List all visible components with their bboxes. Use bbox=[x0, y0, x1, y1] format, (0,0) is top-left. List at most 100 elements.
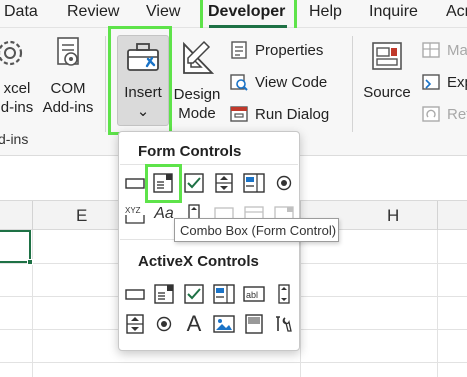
list-box-icon bbox=[213, 284, 235, 304]
map-properties-button[interactable]: Ma bbox=[421, 40, 467, 60]
tab-help[interactable]: Help bbox=[309, 3, 342, 21]
list-box-icon bbox=[243, 173, 265, 193]
dropdown-separator bbox=[120, 164, 298, 165]
tab-view[interactable]: View bbox=[146, 3, 180, 21]
column-header-e[interactable]: E bbox=[76, 206, 87, 226]
text-box-icon: abl bbox=[243, 286, 265, 302]
spin-button-activex[interactable] bbox=[123, 312, 147, 336]
refresh-data-label: Ref bbox=[447, 105, 467, 123]
properties-label: Properties bbox=[255, 41, 324, 59]
properties-button[interactable]: Properties bbox=[229, 40, 323, 60]
ribbon-separator bbox=[352, 36, 353, 132]
combo-box-icon bbox=[154, 284, 174, 304]
chevron-down-icon: ⌄ bbox=[136, 103, 150, 120]
label-control-text: Aa bbox=[154, 205, 174, 222]
com-addins-button[interactable]: COM Add-ins bbox=[40, 36, 96, 117]
insert-label: Insert bbox=[124, 84, 162, 101]
excel-addins-button[interactable]: xcel d-ins bbox=[0, 36, 40, 117]
check-box-icon bbox=[184, 173, 204, 193]
tab-data[interactable]: Data bbox=[4, 3, 38, 21]
combo-box-icon bbox=[153, 173, 173, 193]
tab-review[interactable]: Review bbox=[67, 3, 119, 21]
insert-controls-button[interactable]: Insert ⌄ bbox=[117, 40, 169, 121]
xml-source-button[interactable]: Source bbox=[362, 40, 412, 102]
combo-box-form-control[interactable] bbox=[151, 171, 175, 195]
activex-label-text: A bbox=[186, 311, 202, 336]
tab-developer[interactable]: Developer bbox=[208, 3, 285, 21]
group-box-form-control[interactable]: XYZ bbox=[123, 202, 147, 226]
label-form-control[interactable]: Aa bbox=[152, 202, 176, 226]
toggle-button-activex[interactable] bbox=[242, 312, 266, 336]
tools-icon bbox=[276, 316, 292, 332]
com-addins-icon bbox=[40, 36, 96, 75]
expansion-packs-label: Exp bbox=[447, 73, 467, 91]
toolbox-icon bbox=[117, 40, 169, 79]
svg-text:abl: abl bbox=[246, 290, 258, 300]
option-button-icon bbox=[276, 175, 292, 191]
excel-addins-label-1: xcel bbox=[3, 80, 31, 97]
more-controls-activex[interactable] bbox=[272, 312, 296, 336]
column-header-h[interactable]: H bbox=[387, 206, 399, 226]
expansion-packs-icon bbox=[422, 74, 440, 90]
column-divider bbox=[32, 201, 33, 231]
tab-acrobat[interactable]: Acr bbox=[446, 3, 467, 21]
ribbon-separator bbox=[105, 36, 106, 132]
design-mode-button[interactable]: Design Mode bbox=[172, 40, 222, 123]
com-addins-label-1: COM bbox=[50, 80, 86, 97]
excel-addins-label-2: d-ins bbox=[0, 99, 34, 116]
spin-button-icon bbox=[126, 314, 144, 334]
xml-source-icon bbox=[362, 40, 412, 79]
design-mode-label-1: Design bbox=[173, 86, 221, 103]
addins-group-label: d-ins bbox=[0, 131, 29, 147]
properties-icon bbox=[231, 41, 247, 59]
toggle-button-icon bbox=[245, 314, 263, 334]
xml-source-label: Source bbox=[363, 84, 411, 101]
refresh-data-icon bbox=[422, 106, 440, 122]
grid-line bbox=[32, 230, 33, 377]
list-box-activex[interactable] bbox=[212, 282, 236, 306]
option-button-activex[interactable] bbox=[152, 312, 176, 336]
refresh-data-button[interactable]: Ref bbox=[421, 104, 467, 124]
form-controls-heading: Form Controls bbox=[138, 143, 242, 160]
command-button-icon bbox=[125, 289, 145, 300]
fill-handle[interactable] bbox=[27, 259, 33, 265]
group-box-icon: XYZ bbox=[125, 206, 145, 224]
activex-controls-heading: ActiveX Controls bbox=[138, 253, 259, 270]
option-button-icon bbox=[156, 316, 172, 332]
map-properties-icon bbox=[422, 42, 440, 58]
combo-box-tooltip: Combo Box (Form Control) bbox=[174, 218, 339, 242]
check-box-form-control[interactable] bbox=[182, 171, 206, 195]
grid-line bbox=[0, 362, 467, 363]
option-button-form-control[interactable] bbox=[272, 171, 296, 195]
ribbon-tab-bar: Data Review View Developer Help Inquire … bbox=[0, 0, 467, 28]
grid-line bbox=[300, 230, 301, 377]
view-code-button[interactable]: View Code bbox=[229, 72, 327, 92]
label-activex[interactable]: A bbox=[182, 311, 206, 336]
run-dialog-label: Run Dialog bbox=[255, 105, 330, 123]
image-icon bbox=[213, 315, 235, 333]
tab-inquire[interactable]: Inquire bbox=[369, 3, 418, 21]
spin-button-icon bbox=[215, 173, 233, 193]
com-addins-label-2: Add-ins bbox=[42, 99, 94, 116]
run-dialog-button[interactable]: Run Dialog bbox=[229, 104, 329, 124]
design-mode-icon bbox=[172, 40, 222, 81]
scroll-bar-activex[interactable] bbox=[272, 282, 296, 306]
view-code-label: View Code bbox=[255, 73, 328, 91]
spin-button-form-control[interactable] bbox=[212, 171, 236, 195]
button-control-icon bbox=[125, 178, 145, 189]
grid-line bbox=[437, 230, 438, 377]
expansion-packs-button[interactable]: Exp bbox=[421, 72, 467, 92]
design-mode-label-2: Mode bbox=[178, 105, 216, 122]
image-activex[interactable] bbox=[212, 312, 236, 336]
list-box-form-control[interactable] bbox=[242, 171, 266, 195]
command-button-activex[interactable] bbox=[123, 282, 147, 306]
run-dialog-icon bbox=[230, 106, 248, 122]
check-box-icon bbox=[184, 284, 204, 304]
combo-box-activex[interactable] bbox=[152, 282, 176, 306]
gear-icon bbox=[0, 36, 40, 75]
svg-text:XYZ: XYZ bbox=[125, 206, 141, 215]
map-properties-label: Ma bbox=[447, 41, 467, 59]
text-box-activex[interactable]: abl bbox=[242, 282, 266, 306]
check-box-activex[interactable] bbox=[182, 282, 206, 306]
button-form-control[interactable] bbox=[123, 171, 147, 195]
